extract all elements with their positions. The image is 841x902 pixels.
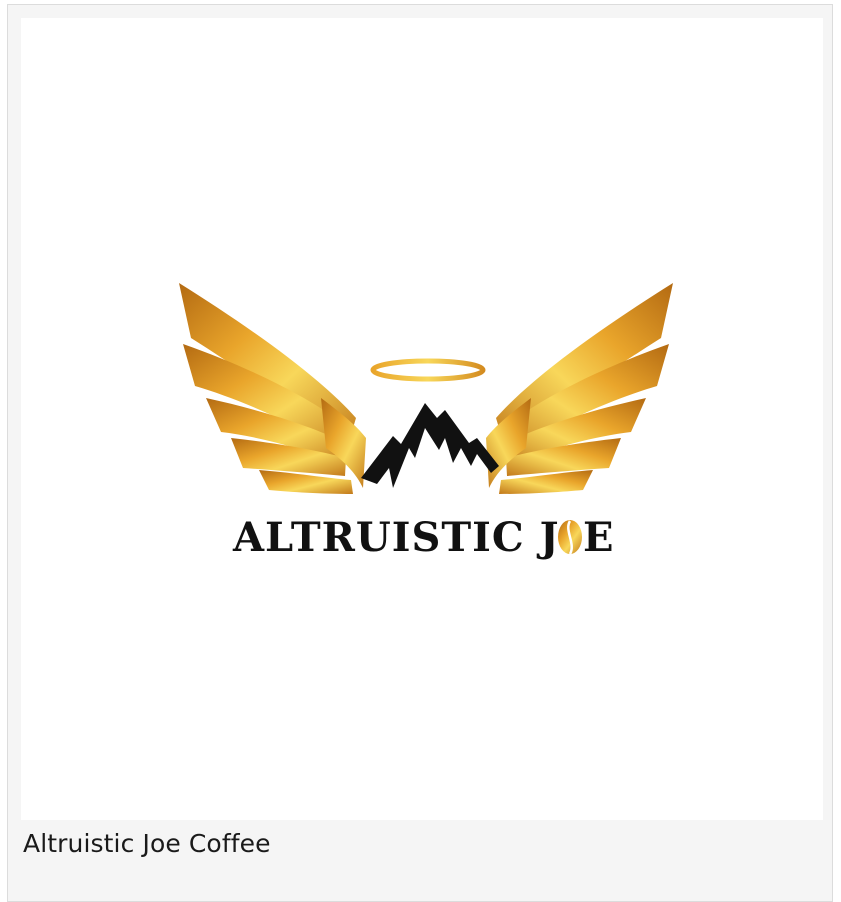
logo-image[interactable]: ALTRUISTIC J E (21, 18, 823, 820)
logo-text-main: ALTRUISTIC J (232, 514, 560, 561)
right-wing-icon (486, 283, 673, 494)
mountain-icon (361, 403, 499, 488)
logo-wordmark: ALTRUISTIC J E (232, 514, 614, 561)
card-caption[interactable]: Altruistic Joe Coffee (23, 829, 271, 858)
gallery-card[interactable]: ALTRUISTIC J E Altruistic Joe Coffee (7, 4, 833, 902)
altruistic-joe-logo: ALTRUISTIC J E (179, 283, 673, 561)
halo-icon (370, 358, 486, 382)
left-wing-icon (179, 283, 366, 494)
logo-text-e: E (583, 514, 614, 561)
